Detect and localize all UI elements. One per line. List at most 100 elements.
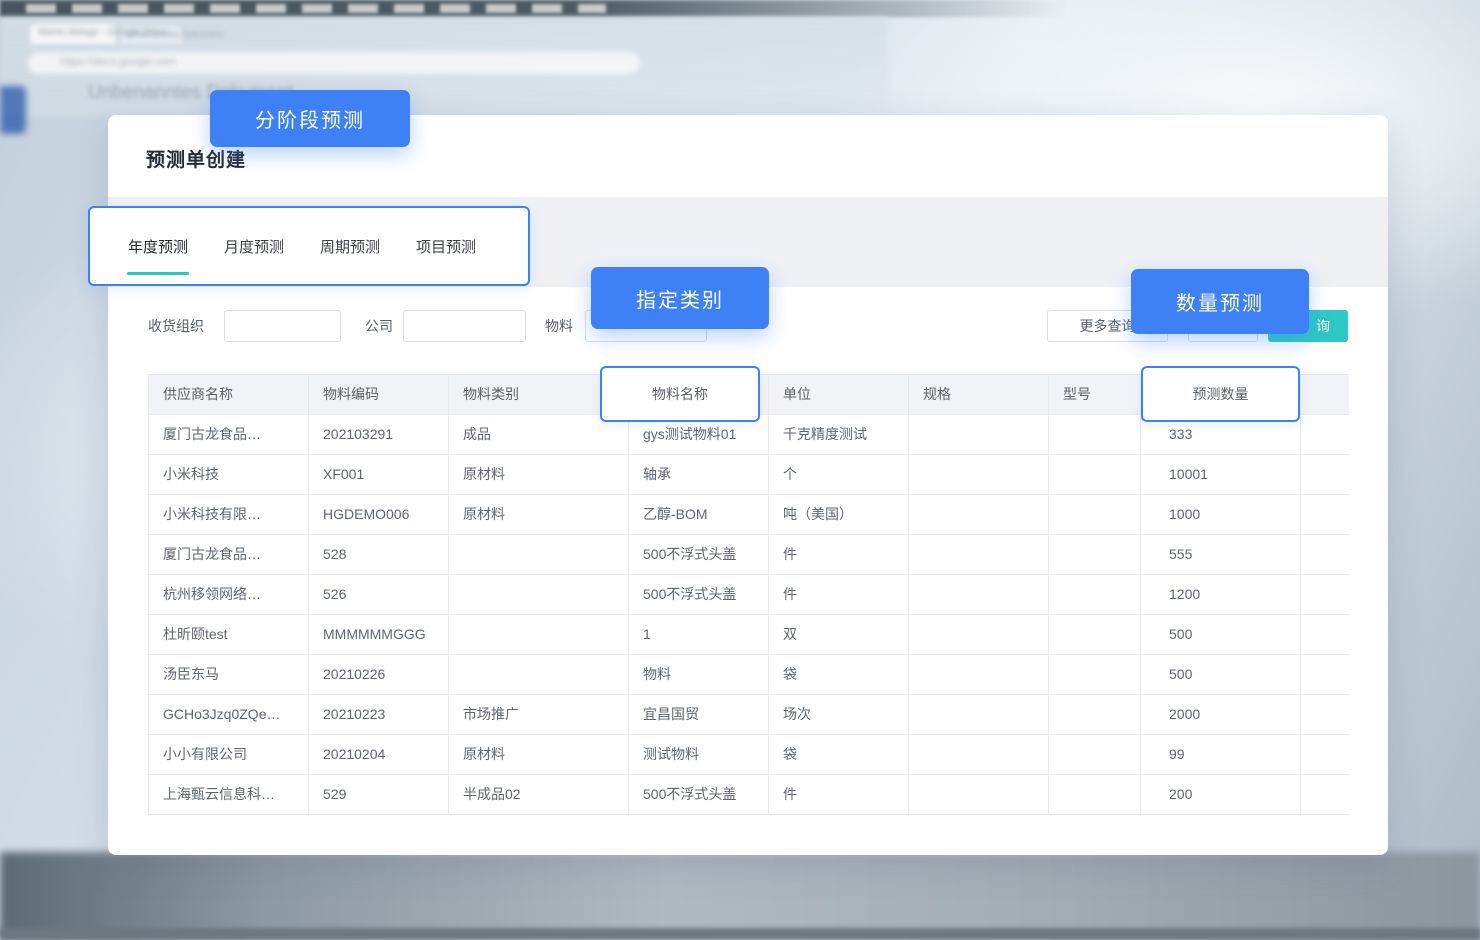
table-cell: 1200: [1141, 575, 1301, 615]
material-label: 物料: [545, 310, 573, 342]
table-cell: 厦门古龙食品…: [149, 535, 309, 575]
quantity-forecast-badge: 数量预测: [1131, 269, 1309, 334]
table-cell: [909, 495, 1049, 535]
material-name-highlight-box: 物料名称: [600, 366, 760, 422]
tab-period-forecast[interactable]: 周期预测: [320, 236, 380, 257]
forecast-table: 供应商名称物料编码物料类别物料名称单位规格型号预测数量厦门古龙食品…202103…: [148, 374, 1348, 815]
blurred-blue-icon: [0, 86, 26, 134]
table-cell: [1049, 535, 1141, 575]
table-cell: 件: [769, 775, 909, 815]
screen: Meine Ablage - Google Drive Unbenanntes …: [0, 0, 1480, 940]
blurred-browser-chrome: [0, 17, 888, 117]
table-cell: 10001: [1141, 455, 1301, 495]
table-cell: MMMMMMGGG: [309, 615, 449, 655]
blurred-menu-items: [26, 4, 606, 13]
table-cell: 袋: [769, 655, 909, 695]
table-cell: 529: [309, 775, 449, 815]
blurred-laptop-base: [0, 852, 1480, 940]
table-cell: 1: [629, 615, 769, 655]
company-input[interactable]: [403, 310, 526, 342]
column-header: 单位: [769, 375, 909, 415]
table-cell: 555: [1141, 535, 1301, 575]
blurred-url-text: https://docs.google.com: [60, 56, 176, 68]
table-cell: 吨（美国）: [769, 495, 909, 535]
table-cell: 528: [309, 535, 449, 575]
blurred-menubar: [0, 0, 1066, 17]
page-title: 预测单创建: [146, 145, 246, 172]
table-cell: 乙醇-BOM: [629, 495, 769, 535]
table-cell: [1049, 735, 1141, 775]
table-cell: 个: [769, 455, 909, 495]
table-cell: 500: [1141, 615, 1301, 655]
table-cell: 上海甄云信息科…: [149, 775, 309, 815]
table-cell: 原材料: [449, 495, 629, 535]
table-cell: [909, 695, 1049, 735]
table-cell: 杭州移领网络…: [149, 575, 309, 615]
table-cell: [1301, 455, 1349, 495]
blurred-browser-tab: [120, 26, 182, 44]
table-cell: [1049, 575, 1141, 615]
tab-annual-forecast[interactable]: 年度预测: [128, 236, 188, 257]
table-cell: 500不浮式头盖: [629, 575, 769, 615]
column-header: 物料编码: [309, 375, 449, 415]
table-cell: 杜昕颐test: [149, 615, 309, 655]
table-cell: 原材料: [449, 455, 629, 495]
table-cell: [909, 415, 1049, 455]
column-header: 型号: [1049, 375, 1141, 415]
table-cell: [1049, 775, 1141, 815]
table-cell: 1000: [1141, 495, 1301, 535]
table-cell: 原材料: [449, 735, 629, 775]
blurred-laptop-edge: [0, 928, 1480, 940]
table-cell: [1301, 575, 1349, 615]
receiving-org-input[interactable]: [224, 310, 341, 342]
table-cell: 测试物料: [629, 735, 769, 775]
table-cell: [909, 615, 1049, 655]
table-cell: 双: [769, 615, 909, 655]
table-cell: 20210223: [309, 695, 449, 735]
table-cell: [909, 775, 1049, 815]
table-cell: 半成品02: [449, 775, 629, 815]
table-cell: 20210226: [309, 655, 449, 695]
table-cell: [1049, 615, 1141, 655]
table-cell: [1049, 495, 1141, 535]
table-cell: XF001: [309, 455, 449, 495]
table-cell: 物料: [629, 655, 769, 695]
table-cell: 件: [769, 535, 909, 575]
table-cell: 件: [769, 575, 909, 615]
column-header: [1301, 375, 1349, 415]
table-cell: 小小有限公司: [149, 735, 309, 775]
tab-project-forecast[interactable]: 项目预测: [416, 236, 476, 257]
table-cell: 厦门古龙食品…: [149, 415, 309, 455]
table-cell: 500: [1141, 655, 1301, 695]
table-cell: 轴承: [629, 455, 769, 495]
receiving-org-label: 收货组织: [148, 310, 204, 342]
blurred-tab-label: Unbenanntes Dokument: [126, 29, 223, 39]
forecast-qty-highlight-box: 预测数量: [1141, 366, 1300, 422]
table-cell: 202103291: [309, 415, 449, 455]
table-cell: [1049, 415, 1141, 455]
table-cell: 袋: [769, 735, 909, 775]
table-cell: [909, 535, 1049, 575]
table-cell: 小米科技有限…: [149, 495, 309, 535]
table-cell: [1301, 735, 1349, 775]
column-header: 供应商名称: [149, 375, 309, 415]
blurred-url-bar: [28, 52, 640, 74]
table-cell: 千克精度测试: [769, 415, 909, 455]
table-cell: [909, 655, 1049, 695]
table-cell: 汤臣东马: [149, 655, 309, 695]
table-cell: 526: [309, 575, 449, 615]
table-cell: [1049, 655, 1141, 695]
tab-monthly-forecast[interactable]: 月度预测: [224, 236, 284, 257]
table-cell: 宜昌国贸: [629, 695, 769, 735]
table-cell: [449, 575, 629, 615]
table-cell: 小米科技: [149, 455, 309, 495]
blurred-browser-tab: [30, 24, 116, 44]
table-cell: [909, 575, 1049, 615]
blurred-tab-label: Meine Ablage - Google Drive: [38, 27, 166, 38]
table-cell: [1301, 535, 1349, 575]
table-cell: [1049, 695, 1141, 735]
table-cell: [909, 735, 1049, 775]
table-cell: HGDEMO006: [309, 495, 449, 535]
table-cell: [449, 615, 629, 655]
table-cell: 500不浮式头盖: [629, 535, 769, 575]
